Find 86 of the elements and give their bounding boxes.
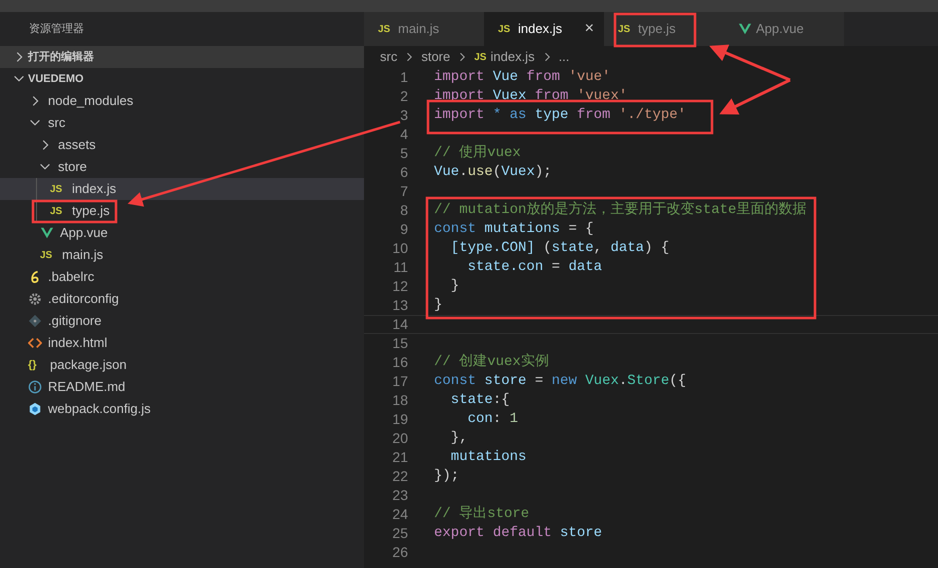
code-line: // mutation放的是方法，主要用于改变state里面的数据 — [434, 202, 806, 219]
line-number: 14 — [391, 315, 408, 334]
code-line: // 创建vuex实例 — [434, 354, 549, 371]
tree-item[interactable]: store — [0, 156, 364, 178]
v-logo-icon — [738, 22, 752, 36]
line-number: 11 — [392, 258, 408, 277]
code-line: Vue.use(Vuex); — [434, 164, 552, 181]
gear-icon — [28, 292, 42, 306]
tree-item[interactable]: JS main.js — [0, 244, 364, 266]
tree-item[interactable]: App.vue — [0, 222, 364, 244]
code-line: } — [434, 297, 442, 314]
tree-item[interactable]: JS type.js — [0, 200, 364, 222]
breadcrumb-item[interactable]: store — [421, 47, 450, 67]
tree-item[interactable]: src — [0, 112, 364, 134]
line-number: 17 — [391, 372, 408, 391]
editor-tab[interactable]: App.vue — [724, 12, 844, 46]
line-number: 6 — [399, 163, 408, 182]
close-icon[interactable]: × — [584, 17, 604, 41]
breadcrumb-item[interactable]: src — [380, 47, 398, 67]
code-line: }); — [434, 468, 460, 485]
tree-item[interactable]: JS index.js — [0, 178, 364, 200]
code-line: // 使用vuex — [434, 145, 521, 162]
line-number: 1 — [399, 68, 408, 87]
breadcrumb-item[interactable]: JS index.js — [474, 47, 535, 67]
line-number: 3 — [399, 106, 408, 125]
annotation-arrow — [719, 78, 791, 115]
line-number: 13 — [391, 296, 408, 315]
tree-item[interactable]: {} package.json — [0, 354, 364, 376]
code-line: import Vue from 'vue' — [434, 69, 610, 86]
line-number: 2 — [399, 87, 408, 106]
code-line: const store = new Vuex.Store({ — [434, 373, 686, 390]
tree-item[interactable]: webpack.config.js — [0, 398, 364, 420]
cube-icon — [28, 402, 42, 416]
tree-item[interactable]: README.md — [0, 376, 364, 398]
line-number: 8 — [399, 201, 408, 220]
sidebar-title: 资源管理器 — [29, 22, 84, 37]
code-line: import * as type from './type' — [434, 107, 686, 124]
v-logo-icon — [40, 226, 54, 240]
line-number: 9 — [399, 220, 408, 239]
line-number: 25 — [391, 524, 408, 543]
section-header[interactable]: VUEDEMO — [0, 68, 364, 90]
tree-item[interactable]: index.html — [0, 332, 364, 354]
code-line: mutations — [450, 449, 526, 466]
code-line: }, — [450, 430, 468, 447]
code-line: con: 1 — [466, 411, 518, 428]
tree-item[interactable]: .editorconfig — [0, 288, 364, 310]
line-number: 20 — [391, 429, 408, 448]
code-line: [type.CON] (state, data) { — [450, 240, 670, 257]
line-number: 26 — [391, 543, 408, 562]
line-number: 7 — [399, 182, 408, 201]
line-number: 12 — [391, 277, 408, 296]
line-number: 15 — [391, 334, 408, 353]
code-line: } — [450, 278, 460, 295]
angle-brackets-icon — [28, 336, 42, 350]
js-file-icon: JS — [50, 204, 66, 218]
braces-icon: {} — [28, 356, 44, 374]
tree-item[interactable]: assets — [0, 134, 364, 156]
diamond-icon — [28, 314, 42, 328]
line-number: 16 — [391, 353, 408, 372]
line-number: 10 — [391, 239, 408, 258]
line-number: 18 — [391, 391, 408, 410]
line-number: 24 — [391, 505, 408, 524]
line-number: 23 — [391, 486, 408, 505]
tree-item[interactable]: node_modules — [0, 90, 364, 112]
editor-tab[interactable]: JS index.js × — [484, 12, 604, 46]
code-line: state:{ — [450, 392, 510, 409]
js-file-icon: JS — [378, 22, 394, 36]
tree-item[interactable]: .babelrc — [0, 266, 364, 288]
code-line: export default store — [434, 525, 602, 542]
editor-tab[interactable]: JS main.js — [364, 12, 484, 46]
line-number: 21 — [391, 448, 408, 467]
js-file-icon: JS — [40, 248, 56, 262]
js-file-icon: JS — [498, 22, 514, 36]
js-file-icon: JS — [50, 182, 66, 196]
line-number: 4 — [399, 125, 408, 144]
line-number: 22 — [391, 467, 408, 486]
line-number: 19 — [391, 410, 408, 429]
code-line: const mutations = { — [434, 221, 594, 238]
info-icon — [28, 380, 42, 394]
breadcrumb-item[interactable]: ... — [558, 47, 570, 67]
js-file-icon: JS — [618, 22, 634, 36]
line-number: 5 — [399, 144, 408, 163]
section-header[interactable]: 打开的编辑器 — [0, 46, 364, 68]
tree-item[interactable]: .gitignore — [0, 310, 364, 332]
code-line: state.con = data — [466, 259, 602, 276]
code-line: // 导出store — [434, 506, 530, 523]
